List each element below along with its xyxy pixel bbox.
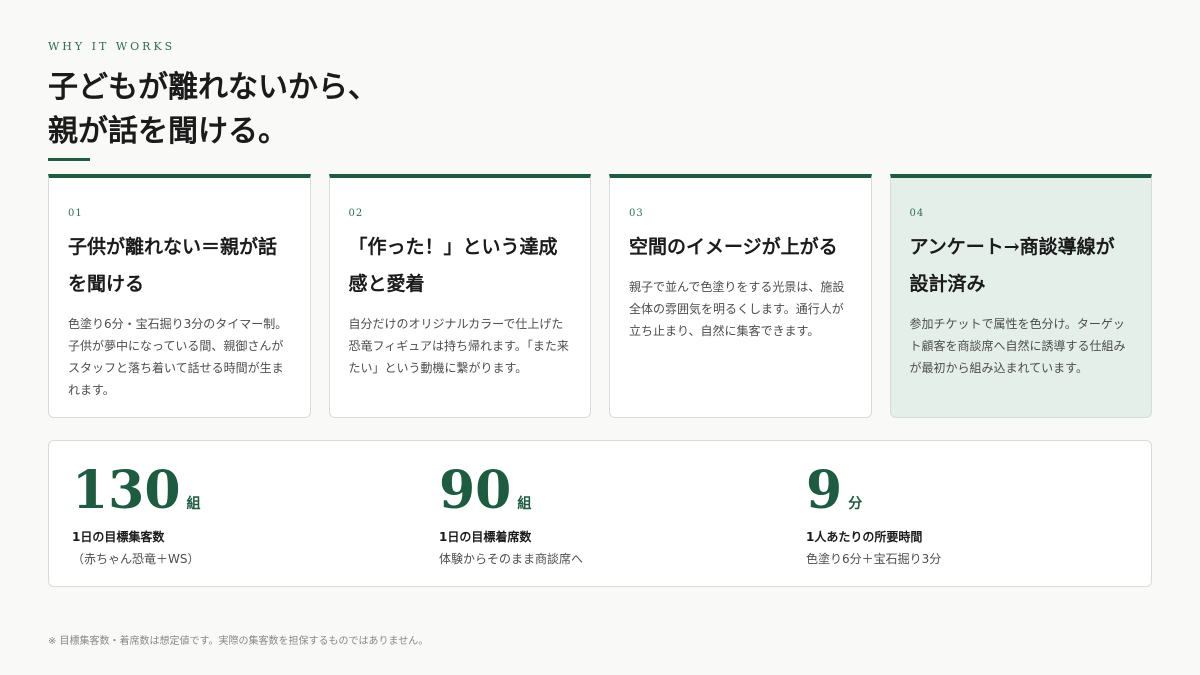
card-body: 親子で並んで色塗りをする光景は、施設全体の雰囲気を明るくします。通行人が立ち止ま…	[629, 280, 845, 338]
stat-seated: 90 組 1日の目標着席数 体験からそのまま商談席へ	[439, 459, 583, 569]
reason-card-01: 01 子供が離れない＝親が話を聞ける 色塗り6分・宝石掘り3分のタイマー制。子供…	[48, 174, 311, 418]
stat-sub: 体験からそのまま商談席へ	[439, 552, 584, 566]
footnote: ※ 目標集客数・着席数は想定値です。実際の集客数を担保するものではありません。	[48, 636, 429, 647]
headline-underline	[48, 158, 90, 161]
stat-label: 1日の目標集客数	[72, 530, 165, 544]
reason-card-04: 04 アンケート→商談導線が設計済み 参加チケットで属性を色分け。ターゲット顧客…	[889, 174, 1152, 418]
stat-visitors: 130 組 1日の目標集客数 （赤ちゃん恐竜＋WS）	[72, 459, 201, 569]
card-body: 参加チケットで属性を色分け。ターゲット顧客を商談席へ自然に誘導する仕組みが最初か…	[909, 317, 1126, 375]
card-title: 空間のイメージが上がる	[629, 236, 838, 258]
card-number: 02	[348, 208, 364, 219]
card-number: 01	[68, 208, 83, 219]
reason-cards: 01 子供が離れない＝親が話を聞ける 色塗り6分・宝石掘り3分のタイマー制。子供…	[48, 174, 1152, 418]
stats-panel: 130 組 1日の目標集客数 （赤ちゃん恐竜＋WS） 90 組 1日の目標着席数…	[48, 440, 1152, 587]
card-title: 子供が離れない＝親が話を聞ける	[68, 236, 278, 295]
card-number: 03	[629, 208, 644, 219]
stat-value-row: 9 分	[806, 459, 941, 523]
stat-value: 130	[72, 460, 181, 521]
card-title: 「作った！」という達成感と愛着	[348, 236, 558, 295]
stat-value: 90	[439, 460, 512, 521]
stat-label: 1人あたりの所要時間	[806, 530, 923, 544]
reason-card-02: 02 「作った！」という達成感と愛着 自分だけのオリジナルカラーで仕上げた恐竜フ…	[328, 174, 591, 418]
section-eyebrow: WHY IT WORKS	[48, 40, 176, 53]
stat-unit: 組	[517, 496, 532, 512]
stat-sub: 色塗り6分＋宝石掘り3分	[806, 552, 942, 566]
headline-line-1: 子どもが離れないから、	[48, 70, 378, 105]
stat-label: 1日の目標着席数	[439, 530, 532, 544]
card-body: 色塗り6分・宝石掘り3分のタイマー制。子供が夢中になっている間、親御さんがスタッ…	[68, 317, 288, 397]
stat-duration: 9 分 1人あたりの所要時間 色塗り6分＋宝石掘り3分	[806, 459, 941, 569]
card-body: 自分だけのオリジナルカラーで仕上げた恐竜フィギュアは持ち帰れます。「また来たい」…	[348, 317, 569, 375]
reason-card-03: 03 空間のイメージが上がる 親子で並んで色塗りをする光景は、施設全体の雰囲気を…	[609, 174, 872, 418]
headline-line-2: 親が話を聞ける。	[48, 114, 288, 149]
card-number: 04	[909, 208, 925, 219]
stat-value-row: 90 組	[439, 459, 583, 523]
stat-unit: 組	[186, 496, 201, 512]
page-headline: 子どもが離れないから、 親が話を聞ける。	[48, 66, 378, 154]
stat-unit: 分	[848, 496, 863, 512]
card-title: アンケート→商談導線が設計済み	[909, 236, 1115, 295]
stat-value: 9	[806, 460, 843, 521]
stat-sub: （赤ちゃん恐竜＋WS）	[72, 552, 200, 566]
stat-value-row: 130 組	[72, 459, 201, 523]
